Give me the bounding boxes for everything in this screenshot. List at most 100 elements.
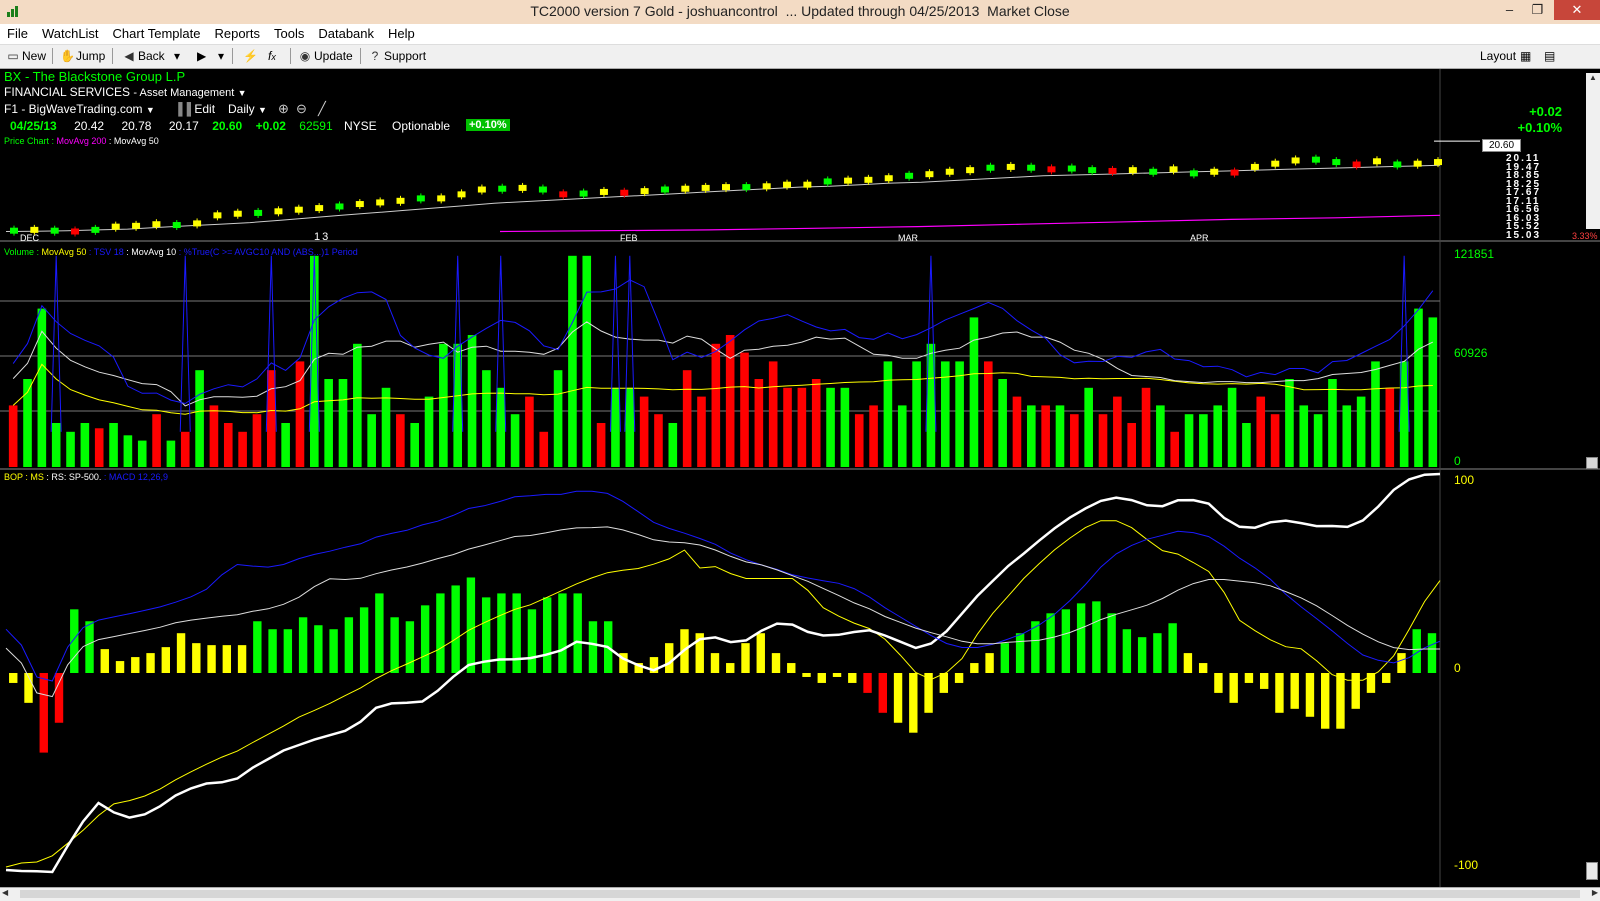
volume-bar: [180, 431, 190, 467]
price-candle: [30, 226, 39, 233]
menu-chart-template[interactable]: Chart Template: [106, 24, 208, 43]
tsv-legend: : TSV 18: [88, 247, 124, 257]
menu-file[interactable]: File: [0, 24, 35, 43]
support-button[interactable]: ? Support: [368, 47, 426, 65]
bop-bar: [1137, 637, 1147, 673]
volume-bar: [223, 423, 233, 467]
volume-bar: [137, 440, 147, 467]
bop-bar: [1259, 673, 1269, 689]
bop-bar: [39, 673, 48, 753]
bop-bar: [207, 645, 216, 673]
volume-bar: [152, 414, 161, 467]
volume-bar: [1299, 405, 1309, 467]
question-icon: ?: [371, 49, 379, 63]
scroll-left-icon[interactable]: ◀: [2, 888, 8, 897]
price-candle: [925, 171, 934, 178]
layout-grid-icon[interactable]: ▦: [1520, 47, 1531, 65]
price-candle: [376, 199, 385, 206]
volume-bar: [682, 370, 692, 467]
menu-databank[interactable]: Databank: [311, 24, 381, 43]
price-candle: [335, 203, 344, 210]
bop-bar: [542, 597, 552, 673]
forward-dropdown-icon[interactable]: ▾: [218, 47, 224, 65]
forward-icon[interactable]: ▶: [197, 47, 206, 65]
volume-axis-mid: 60926: [1454, 346, 1488, 360]
volume-bar: [238, 431, 247, 467]
close-icon[interactable]: ✕: [1554, 0, 1600, 20]
volume-legend: Volume : MovAvg 50 : TSV 18 : MovAvg 10 …: [4, 247, 358, 257]
price-candle: [722, 184, 730, 191]
layout-tile-icon[interactable]: ▤: [1544, 47, 1555, 65]
jump-label: Jump: [76, 49, 106, 63]
price-candle: [986, 164, 995, 171]
volume-bar: [1313, 414, 1323, 467]
volume-bar: [883, 361, 893, 467]
price-scrollbar[interactable]: ▲: [1586, 73, 1600, 229]
bop-bar: [909, 673, 918, 733]
update-button[interactable]: ◉ Update: [298, 47, 353, 65]
volume-panel-handle[interactable]: [1586, 457, 1598, 469]
bop-axis-top: 100: [1454, 473, 1475, 487]
horizontal-scrollbar[interactable]: ◀ ▶: [0, 887, 1600, 901]
bop-bar: [726, 663, 735, 673]
volume-bar: [8, 405, 18, 467]
chart-area[interactable]: BX - The Blackstone Group L.P FINANCIAL …: [0, 69, 1600, 901]
restore-icon[interactable]: ❐: [1524, 0, 1551, 20]
volume-bar: [281, 423, 290, 467]
volume-bar: [1227, 387, 1237, 467]
volume-bar: [840, 387, 850, 467]
bop-bar: [817, 673, 826, 683]
volume-bar: [1184, 414, 1194, 467]
volume-bar: [1141, 387, 1151, 467]
lightning-icon[interactable]: ⚡: [243, 47, 258, 65]
bop-bar: [1061, 609, 1071, 673]
scroll-thumb[interactable]: [20, 890, 1580, 898]
price-candle: [538, 186, 547, 193]
back-button[interactable]: ◀ Back: [122, 47, 164, 65]
menu-help[interactable]: Help: [381, 24, 422, 43]
bop-bar: [1122, 629, 1132, 673]
bop-bar: [1397, 653, 1406, 673]
price-candle: [1311, 156, 1320, 163]
new-button[interactable]: ▭ New: [6, 47, 46, 65]
volume-ma50-legend: MovAvg 50: [41, 247, 87, 257]
volume-bar: [496, 387, 506, 467]
bop-panel-handle[interactable]: [1586, 862, 1598, 880]
new-icon: ▭: [7, 49, 19, 63]
volume-bar: [1113, 396, 1122, 467]
volume-bar: [1127, 423, 1136, 467]
price-candle: [559, 191, 568, 198]
price-candle: [10, 227, 18, 234]
volume-ma10-legend: : MovAvg 10: [126, 247, 177, 257]
volume-bar: [754, 379, 764, 467]
volume-bar: [396, 414, 405, 467]
bop-bar: [771, 653, 781, 673]
menu-tools[interactable]: Tools: [267, 24, 311, 43]
price-candle: [1413, 160, 1422, 167]
price-candle: [1169, 166, 1178, 173]
toolbar-divider: [360, 48, 361, 64]
minimize-icon[interactable]: –: [1496, 0, 1523, 20]
bop-bar: [497, 593, 506, 673]
bop-bar: [1351, 673, 1360, 709]
menu-reports[interactable]: Reports: [207, 24, 267, 43]
back-dropdown-icon[interactable]: ▾: [174, 47, 180, 65]
price-candle: [701, 184, 710, 191]
bop-bar: [1214, 673, 1223, 693]
bop-bar: [298, 617, 308, 673]
scroll-up-icon[interactable]: ▲: [1586, 73, 1600, 82]
price-candle: [1047, 166, 1056, 173]
price-candle: [1067, 165, 1076, 172]
menu-watchlist[interactable]: WatchList: [35, 24, 106, 43]
jump-button[interactable]: ✋Jump: [60, 47, 105, 65]
scroll-right-icon[interactable]: ▶: [1592, 888, 1598, 897]
volume-bar: [1356, 396, 1366, 467]
price-candle: [660, 186, 669, 193]
price-candle: [437, 195, 446, 202]
price-candle: [111, 223, 120, 230]
layout-button[interactable]: Layout: [1480, 47, 1516, 65]
formula-icon[interactable]: fx: [268, 47, 276, 65]
bop-bar: [832, 673, 842, 677]
volume-bar: [80, 423, 90, 467]
bop-bar: [787, 663, 796, 673]
